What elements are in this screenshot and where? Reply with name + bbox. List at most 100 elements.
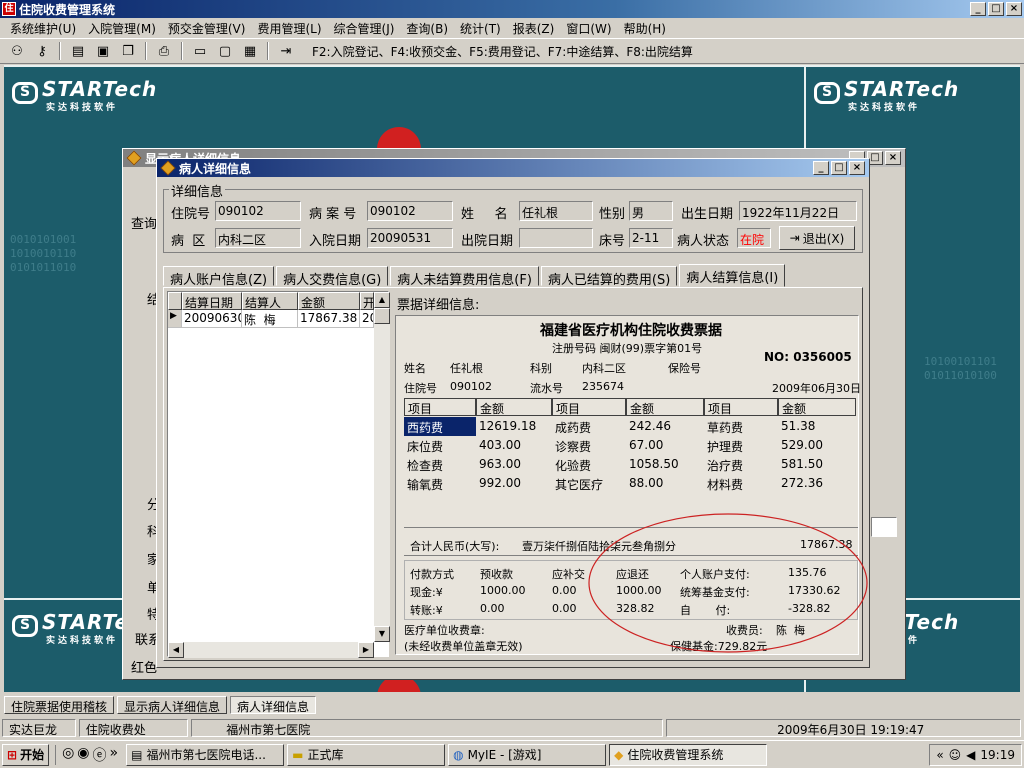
admit-field[interactable]: 20090531 bbox=[367, 228, 453, 248]
fee-cell-item: 成药费 bbox=[555, 421, 592, 435]
status-datetime: 2009年6月30日 19:19:47 bbox=[666, 719, 1021, 737]
key-icon[interactable]: ⚷ bbox=[31, 41, 53, 61]
more-icon[interactable]: » bbox=[110, 745, 119, 765]
menu-fees[interactable]: 费用管理(L) bbox=[251, 20, 327, 37]
fee-header-amount: 金额 bbox=[778, 398, 856, 416]
fee-cell-item[interactable]: 西药费 bbox=[404, 417, 476, 436]
fee-header-item: 项目 bbox=[552, 398, 626, 416]
firefox-icon[interactable]: ◉ bbox=[77, 745, 89, 765]
fee-header-item: 项目 bbox=[704, 398, 778, 416]
task-myie[interactable]: ◍ MyIE - [游戏] bbox=[448, 743, 607, 766]
scroll-left-icon[interactable]: ◀ bbox=[168, 642, 184, 658]
grid-cell-extra[interactable]: 20 bbox=[360, 310, 374, 328]
menu-reports[interactable]: 报表(Z) bbox=[507, 20, 561, 37]
tab-settled[interactable]: 病人已结算的费用(S) bbox=[540, 266, 678, 288]
grid-header-date[interactable]: 结算日期 bbox=[182, 292, 242, 310]
printer-icon[interactable]: ⎙ bbox=[153, 41, 175, 61]
row-indicator-icon[interactable]: ▶ bbox=[168, 310, 182, 328]
window-tab-audit[interactable]: 住院票据使用稽核 bbox=[4, 696, 115, 714]
volume-icon[interactable]: ◀ bbox=[966, 748, 975, 762]
start-label: 开始 bbox=[20, 748, 45, 762]
stamp-label: 医疗单位收费章: bbox=[404, 624, 485, 637]
tab-unsettled[interactable]: 病人未结算费用信息(F) bbox=[390, 266, 539, 288]
window-tab-patient-list[interactable]: 显示病人详细信息 bbox=[117, 696, 228, 714]
folder-icon: ▬ bbox=[292, 747, 304, 762]
task-folder[interactable]: ▬ 正式库 bbox=[287, 743, 446, 766]
windows-flag-icon: ⊞ bbox=[7, 747, 18, 762]
dialog-title-bar: 病人详细信息 bbox=[157, 159, 869, 177]
receipt-date: 2009年06月30日 bbox=[772, 382, 861, 395]
fee-cell-item: 床位费 bbox=[407, 440, 444, 454]
form-icon[interactable]: ▦ bbox=[239, 41, 261, 61]
menu-stats[interactable]: 统计(T) bbox=[454, 20, 507, 37]
exit-icon[interactable]: ⇥ bbox=[275, 41, 297, 61]
dialog-minimize-button[interactable]: _ bbox=[813, 161, 829, 175]
menu-deposit[interactable]: 预交金管理(V) bbox=[162, 20, 252, 37]
back-window-close[interactable]: × bbox=[885, 151, 901, 165]
task-label: MyIE - [游戏] bbox=[467, 748, 542, 762]
menu-general[interactable]: 综合管理(J) bbox=[328, 20, 401, 37]
qq-icon[interactable]: ☺ bbox=[949, 748, 962, 762]
exit-button[interactable]: ⇥ 退出(X) bbox=[779, 226, 855, 250]
copy-icon[interactable]: ❐ bbox=[117, 41, 139, 61]
menu-query[interactable]: 查询(B) bbox=[400, 20, 454, 37]
task-label: 住院收费管理系统 bbox=[627, 748, 724, 762]
menu-admission[interactable]: 入院管理(M) bbox=[82, 20, 162, 37]
app-icon: 住 bbox=[2, 2, 16, 16]
detail-tabs: 病人账户信息(Z) 病人交费信息(G) 病人未结算费用信息(F) 病人已结算的费… bbox=[163, 263, 787, 288]
dialog-maximize-button[interactable]: □ bbox=[831, 161, 847, 175]
menu-window[interactable]: 窗口(W) bbox=[560, 20, 617, 37]
scroll-thumb[interactable] bbox=[374, 308, 390, 324]
scroll-up-icon[interactable]: ▲ bbox=[374, 292, 390, 308]
monitor-icon[interactable]: ▭ bbox=[189, 41, 211, 61]
grid-vscrollbar[interactable]: ▲ ▼ bbox=[374, 292, 390, 642]
dialog-close-button[interactable]: × bbox=[849, 161, 865, 175]
menu-help[interactable]: 帮助(H) bbox=[618, 20, 672, 37]
document-icon[interactable]: ▤ bbox=[67, 41, 89, 61]
receipt-no: NO: 0356005 bbox=[764, 350, 852, 364]
browser-icon[interactable]: ◎ bbox=[62, 745, 74, 765]
expand-tray-icon[interactable]: « bbox=[936, 748, 943, 762]
logo-mark-icon: S bbox=[12, 614, 38, 637]
birth-label: 出生日期 bbox=[681, 207, 734, 222]
grid-cell-operator[interactable]: 陈 梅 bbox=[242, 310, 298, 328]
tab-payments[interactable]: 病人交费信息(G) bbox=[276, 266, 389, 288]
task-phone-doc[interactable]: ▤ 福州市第七医院电话... bbox=[126, 743, 285, 766]
receipt-title: 福建省医疗机构住院收费票据 bbox=[540, 323, 722, 339]
grid-cell-date[interactable]: 20090630 bbox=[182, 310, 242, 328]
users-icon[interactable]: ⚇ bbox=[6, 41, 28, 61]
grid-header-operator[interactable]: 结算人 bbox=[242, 292, 298, 310]
minimize-button[interactable]: _ bbox=[970, 2, 986, 16]
start-button[interactable]: ⊞ 开始 bbox=[2, 743, 50, 766]
task-label: 福州市第七医院电话... bbox=[146, 748, 266, 762]
grid-header-extra[interactable]: 开 bbox=[360, 292, 374, 310]
tab-account[interactable]: 病人账户信息(Z) bbox=[163, 266, 275, 288]
task-billing-system[interactable]: ◆ 住院收费管理系统 bbox=[609, 743, 768, 766]
grid-cell-amount[interactable]: 17867.38 bbox=[298, 310, 360, 328]
ie-icon[interactable]: ⓔ bbox=[93, 745, 107, 765]
maximize-button[interactable]: □ bbox=[988, 2, 1004, 16]
fee-cell-amount: 992.00 bbox=[479, 476, 521, 490]
menu-system[interactable]: 系统维护(U) bbox=[4, 20, 82, 37]
tab-settlement[interactable]: 病人结算信息(I) bbox=[679, 264, 786, 287]
scroll-right-icon[interactable]: ▶ bbox=[358, 642, 374, 658]
window-tab-patient-detail[interactable]: 病人详细信息 bbox=[230, 696, 317, 714]
birth-field[interactable]: 1922年11月22日 bbox=[739, 201, 857, 221]
discharge-field[interactable] bbox=[519, 228, 593, 248]
grid-header-amount[interactable]: 金额 bbox=[298, 292, 360, 310]
status-field[interactable]: 在院 bbox=[737, 228, 771, 248]
scroll-down-icon[interactable]: ▼ bbox=[374, 626, 390, 642]
fee-header-amount: 金额 bbox=[476, 398, 552, 416]
zyh-field[interactable]: 090102 bbox=[215, 201, 301, 221]
bah-field[interactable]: 090102 bbox=[367, 201, 453, 221]
back-input[interactable] bbox=[871, 517, 897, 537]
close-button[interactable]: × bbox=[1006, 2, 1022, 16]
name-field[interactable]: 任礼根 bbox=[519, 201, 593, 221]
sex-field[interactable]: 男 bbox=[629, 201, 673, 221]
bed-field[interactable]: 2-11 bbox=[629, 228, 673, 248]
page-icon[interactable]: ▢ bbox=[214, 41, 236, 61]
window-icon[interactable]: ▣ bbox=[92, 41, 114, 61]
ward-field[interactable]: 内科二区 bbox=[215, 228, 301, 248]
grid-hscrollbar[interactable]: ◀ ▶ bbox=[168, 642, 374, 658]
receipt-dept: 内科二区 bbox=[582, 362, 626, 375]
